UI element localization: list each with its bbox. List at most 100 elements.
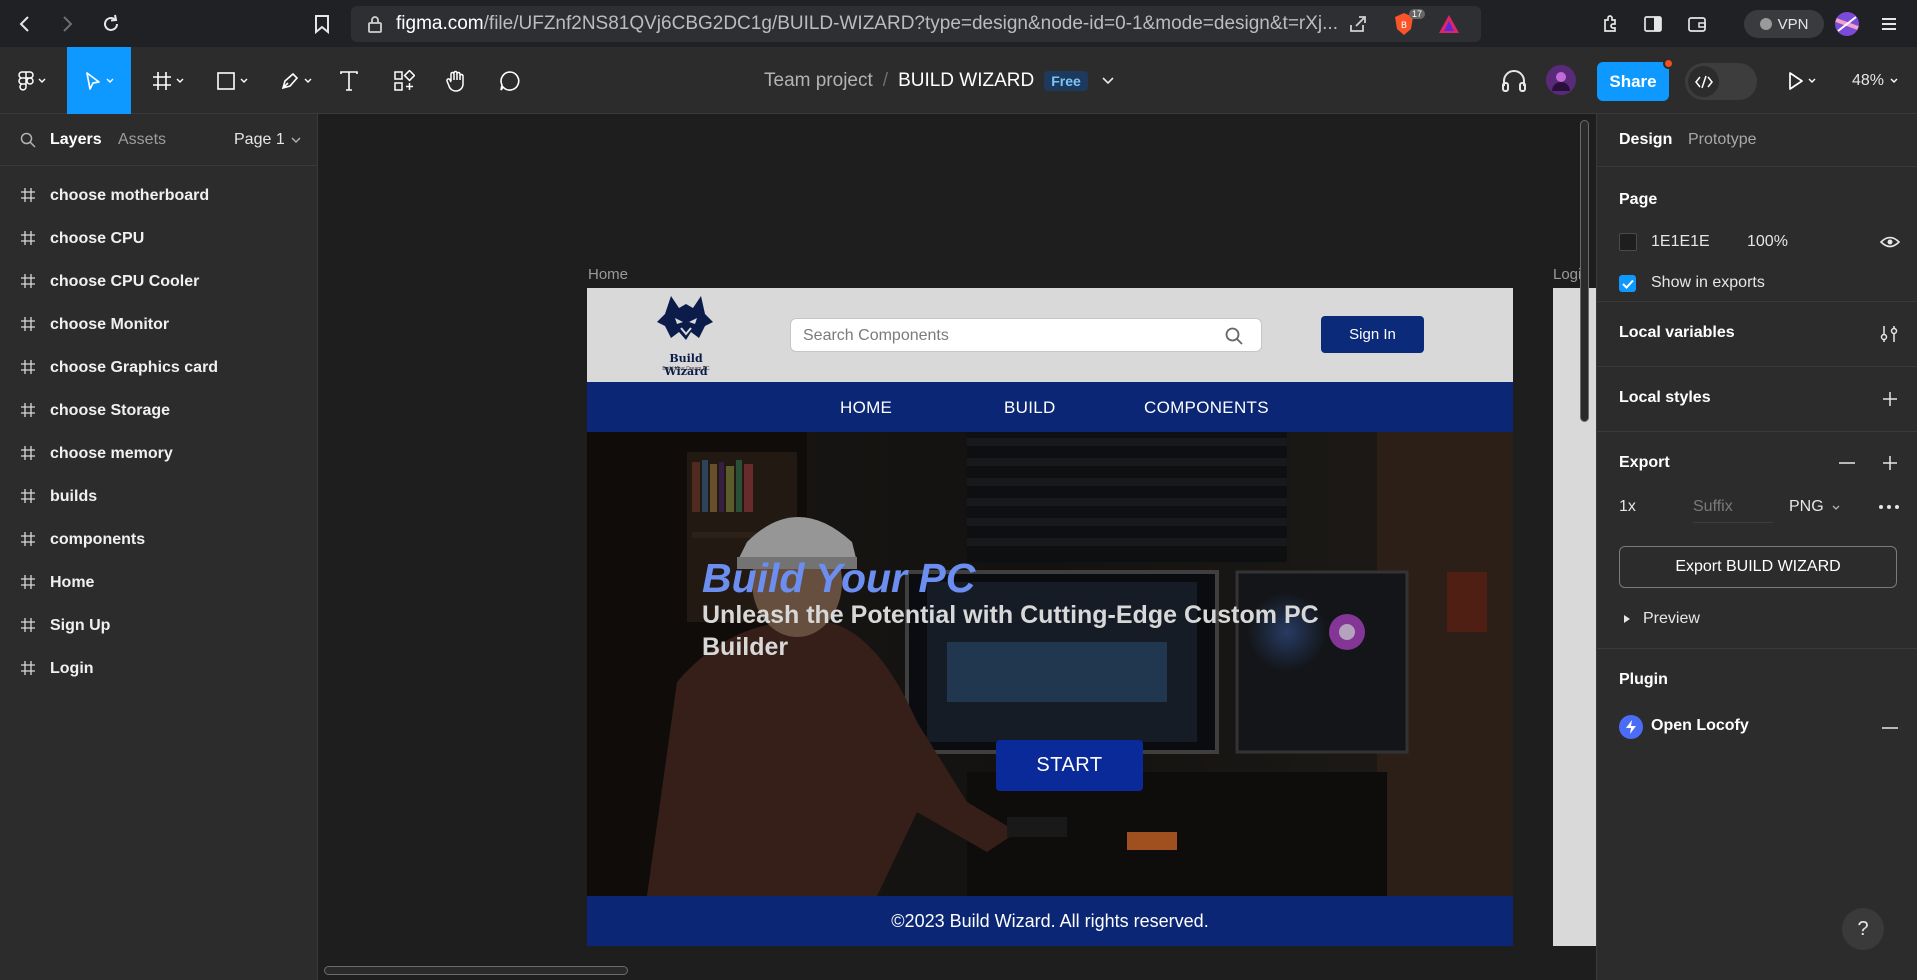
frame-icon [20, 617, 36, 633]
profile-avatar[interactable] [1830, 7, 1864, 41]
page-selector[interactable]: Page 1 [234, 131, 301, 149]
local-variables-label[interactable]: Local variables [1619, 324, 1735, 342]
pen-tool-button[interactable] [272, 47, 320, 114]
show-in-exports-checkbox[interactable] [1619, 275, 1636, 292]
export-format-select[interactable]: PNG [1789, 498, 1840, 516]
site-search-input[interactable]: Search Components [790, 318, 1262, 352]
forward-icon[interactable] [50, 7, 84, 41]
page-color-opacity[interactable]: 100% [1747, 233, 1788, 251]
horizontal-scrollbar[interactable] [324, 966, 628, 975]
export-scale[interactable]: 1x [1619, 498, 1636, 516]
url-path: /file/UFZnf2NS81QVj6CBG2DC1g/BUILD-WIZAR… [483, 13, 1338, 34]
tab-design[interactable]: Design [1619, 131, 1672, 149]
zoom-control[interactable]: 48% [1852, 47, 1898, 114]
main-menu-button[interactable] [10, 47, 54, 114]
site-nav-components[interactable]: COMPONENTS [1144, 398, 1269, 418]
layer-item[interactable]: Login [0, 647, 317, 690]
layer-name: choose Graphics card [50, 358, 219, 376]
text-icon [339, 70, 359, 92]
chevron-down-icon [1832, 505, 1840, 510]
hand-icon [445, 69, 467, 93]
figma-toolbar: Team project / BUILD WIZARD Free Share 4… [0, 47, 1917, 114]
export-suffix-input[interactable]: Suffix [1693, 498, 1773, 523]
hero-photo [587, 432, 1513, 896]
layer-item[interactable]: components [0, 518, 317, 561]
layer-item[interactable]: Sign Up [0, 604, 317, 647]
headphones-icon[interactable] [1500, 68, 1528, 94]
vpn-label: VPN [1777, 15, 1809, 33]
frame-label-home[interactable]: Home [588, 266, 628, 283]
login-frame[interactable] [1553, 288, 1596, 946]
layer-item[interactable]: choose CPU [0, 217, 317, 260]
layer-item[interactable]: choose CPU Cooler [0, 260, 317, 303]
add-export-icon[interactable] [1882, 455, 1898, 471]
hero-subtitle: Unleash the Potential with Cutting-Edge … [702, 601, 1319, 661]
plan-badge: Free [1044, 70, 1088, 91]
present-button[interactable] [1787, 71, 1817, 91]
export-preview-toggle[interactable]: Preview [1643, 610, 1700, 628]
comment-tool-button[interactable] [492, 47, 528, 114]
tab-prototype[interactable]: Prototype [1688, 131, 1756, 149]
frame-icon [20, 273, 36, 289]
hand-tool-button[interactable] [438, 47, 474, 114]
vpn-button[interactable]: VPN [1744, 10, 1824, 38]
eye-icon[interactable] [1880, 235, 1900, 249]
home-frame[interactable]: Build Wizard Build Your Dream PC Search … [587, 288, 1513, 946]
layer-item[interactable]: builds [0, 475, 317, 518]
variables-icon[interactable] [1880, 324, 1898, 344]
layer-item[interactable]: Home [0, 561, 317, 604]
share-page-icon[interactable] [1348, 15, 1368, 33]
open-locofy-plugin[interactable]: Open Locofy [1651, 717, 1749, 735]
export-section-title: Export [1619, 454, 1670, 471]
frame-tool-button[interactable] [144, 47, 192, 114]
layers-panel: Layers Assets Page 1 choose motherboard … [0, 114, 318, 980]
back-icon[interactable] [8, 7, 42, 41]
extensions-icon[interactable] [1593, 7, 1627, 41]
text-tool-button[interactable] [333, 47, 365, 114]
sidebar-icon[interactable] [1636, 7, 1670, 41]
user-avatar[interactable] [1545, 64, 1577, 96]
resources-button[interactable] [386, 47, 422, 114]
layer-item[interactable]: choose memory [0, 432, 317, 475]
bookmark-icon[interactable] [305, 7, 339, 41]
vertical-scrollbar[interactable] [1580, 120, 1589, 422]
shape-tool-button[interactable] [208, 47, 256, 114]
share-button[interactable]: Share [1597, 62, 1669, 101]
export-build-wizard-button[interactable]: Export BUILD WIZARD [1619, 546, 1897, 588]
reload-icon[interactable] [94, 7, 128, 41]
layer-item[interactable]: choose motherboard [0, 174, 317, 217]
file-name[interactable]: BUILD WIZARD [898, 70, 1034, 92]
tab-layers[interactable]: Layers [50, 131, 102, 149]
local-styles-label: Local styles [1619, 389, 1711, 406]
menu-icon[interactable] [1872, 7, 1906, 41]
wallet-icon[interactable] [1680, 7, 1714, 41]
remove-export-icon[interactable] [1839, 462, 1855, 464]
chevron-down-icon [38, 78, 46, 83]
add-style-icon[interactable] [1882, 391, 1898, 407]
layer-item[interactable]: choose Graphics card [0, 346, 317, 389]
brave-rewards-icon[interactable] [1437, 13, 1461, 35]
page-color-swatch[interactable] [1619, 233, 1637, 251]
layer-item[interactable]: choose Monitor [0, 303, 317, 346]
start-button[interactable]: START [996, 740, 1143, 791]
site-nav-build[interactable]: BUILD [1004, 398, 1056, 418]
dev-mode-toggle[interactable] [1685, 63, 1757, 100]
help-button[interactable]: ? [1842, 908, 1884, 950]
address-bar[interactable]: figma.com/file/UFZnf2NS81QVj6CBG2DC1g/BU… [351, 6, 1481, 42]
layer-name: builds [50, 487, 98, 505]
page-color-hex[interactable]: 1E1E1E [1651, 233, 1710, 251]
move-tool-button[interactable] [67, 47, 131, 114]
expand-triangle-icon[interactable] [1623, 614, 1631, 624]
tab-assets[interactable]: Assets [118, 131, 166, 149]
layer-item[interactable]: choose Storage [0, 389, 317, 432]
remove-plugin-icon[interactable] [1882, 727, 1898, 729]
design-canvas[interactable]: Home Login Build Wizard Build Your Dream… [318, 114, 1596, 980]
site-nav-home[interactable]: HOME [840, 398, 892, 418]
more-options-icon[interactable] [1878, 504, 1900, 510]
search-icon[interactable] [20, 132, 36, 148]
properties-tabs: Design Prototype [1597, 114, 1917, 167]
svg-text:B: B [1401, 21, 1407, 31]
team-project-link[interactable]: Team project [764, 70, 873, 92]
file-menu-chevron-icon[interactable] [1102, 76, 1114, 85]
site-signin-button[interactable]: Sign In [1321, 316, 1424, 353]
